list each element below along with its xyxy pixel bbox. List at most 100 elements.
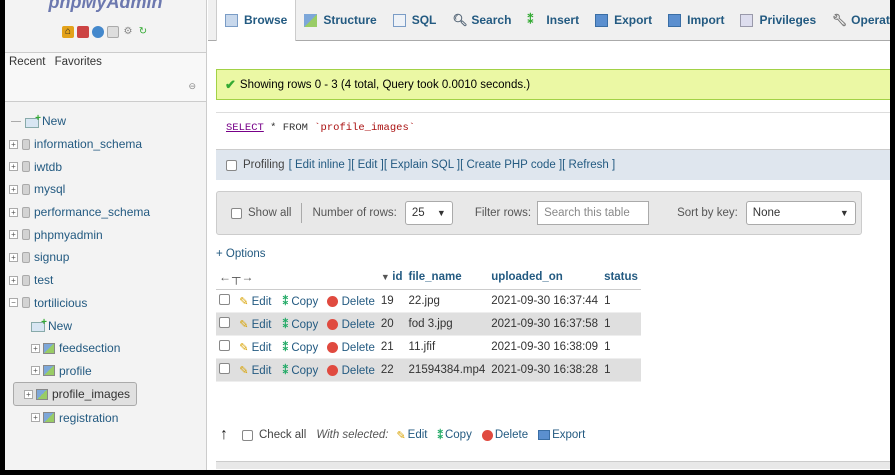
tree-item-signup[interactable]: + signup: [5, 246, 205, 269]
delete-link[interactable]: Delete: [342, 365, 375, 377]
bulk-delete-button[interactable]: Delete: [495, 429, 528, 441]
tree-item-information-schema[interactable]: + information_schema: [5, 133, 205, 156]
gear-icon[interactable]: ⚙: [122, 26, 134, 38]
tab-recent[interactable]: Recent: [9, 56, 45, 68]
tree-item-mysql[interactable]: + mysql: [5, 178, 205, 201]
reload-icon[interactable]: ↻: [137, 26, 149, 38]
check-all-checkbox[interactable]: [242, 429, 253, 441]
expand-icon[interactable]: +: [31, 343, 40, 353]
edit-link[interactable]: [ Edit ]: [351, 159, 384, 171]
tab-operations[interactable]: 🔧︎ Operations: [824, 0, 890, 41]
tree-item-label[interactable]: iwtdb: [34, 160, 62, 174]
cell-file-name[interactable]: 11.jfif: [405, 335, 489, 359]
edit-link[interactable]: Edit: [252, 296, 272, 308]
row-checkbox[interactable]: [219, 362, 230, 374]
tree-item-phpmyadmin[interactable]: + phpmyadmin: [5, 223, 205, 246]
expand-icon[interactable]: +: [9, 275, 18, 285]
tab-browse[interactable]: Browse: [216, 0, 297, 41]
cell-file-name[interactable]: 21594384.mp4: [405, 358, 489, 382]
cell-file-name[interactable]: fod 3.jpg: [405, 312, 489, 336]
explain-sql-link[interactable]: [ Explain SQL ]: [384, 159, 460, 171]
cell-id[interactable]: 19: [377, 289, 406, 313]
show-all-checkbox[interactable]: [231, 207, 242, 219]
expand-icon[interactable]: +: [9, 252, 18, 262]
filter-rows-input[interactable]: Search this table: [537, 201, 650, 225]
tree-item-label[interactable]: test: [34, 273, 53, 287]
tree-item-label[interactable]: New: [42, 114, 66, 128]
tree-item-label[interactable]: feedsection: [59, 341, 120, 355]
number-of-rows-select[interactable]: 25 ▼: [404, 201, 453, 225]
logo[interactable]: phpMyAdmin: [31, 0, 181, 11]
tab-import[interactable]: Import: [660, 0, 732, 41]
cell-uploaded-on[interactable]: 2021-09-30 16:37:58: [488, 312, 602, 336]
link-icon[interactable]: ⊖: [188, 81, 196, 92]
tab-search[interactable]: 🔍︎ Search: [444, 0, 519, 41]
tree-item-tortilicious[interactable]: − tortilicious: [5, 292, 205, 315]
expand-icon[interactable]: +: [9, 207, 18, 217]
refresh-link[interactable]: [ Refresh ]: [562, 159, 615, 171]
tab-structure[interactable]: Structure: [296, 0, 384, 41]
expand-icon[interactable]: +: [9, 230, 18, 240]
edit-link[interactable]: Edit: [252, 342, 272, 354]
expand-icon[interactable]: +: [31, 366, 40, 376]
check-all-label[interactable]: Check all: [259, 429, 306, 441]
tree-item-label[interactable]: New: [48, 319, 72, 333]
sql-keyword[interactable]: SELECT: [226, 122, 264, 134]
cell-uploaded-on[interactable]: 2021-09-30 16:38:28: [488, 358, 602, 382]
expand-icon[interactable]: +: [9, 184, 18, 194]
cell-status[interactable]: 1: [601, 335, 641, 359]
tree-item-label[interactable]: registration: [59, 411, 118, 425]
sort-by-key-select[interactable]: None ▼: [745, 201, 856, 225]
edit-link[interactable]: Edit: [252, 319, 272, 331]
tree-item-label[interactable]: profile_images: [52, 387, 130, 401]
column-arrows[interactable]: ←┬→: [216, 266, 378, 290]
tree-item-label[interactable]: signup: [34, 250, 69, 264]
cell-status[interactable]: 1: [601, 312, 641, 336]
cell-uploaded-on[interactable]: 2021-09-30 16:37:44: [488, 289, 602, 313]
edit-inline-link[interactable]: [ Edit inline ]: [289, 159, 352, 171]
tree-item-label[interactable]: tortilicious: [34, 296, 87, 310]
cell-status[interactable]: 1: [601, 358, 641, 382]
tree-item-label[interactable]: performance_schema: [34, 205, 150, 219]
tree-item-label[interactable]: mysql: [34, 182, 65, 196]
bulk-edit-button[interactable]: Edit: [408, 429, 428, 441]
docs-icon[interactable]: [107, 26, 119, 38]
tab-export[interactable]: Export: [587, 0, 660, 41]
row-checkbox[interactable]: [219, 316, 230, 328]
cell-file-name[interactable]: 22.jpg: [405, 289, 489, 313]
tree-item-feedsection[interactable]: + feedsection: [5, 337, 205, 360]
tree-item-profile-images[interactable]: + profile_images: [13, 382, 138, 407]
collapse-icon[interactable]: −: [9, 298, 18, 308]
delete-link[interactable]: Delete: [342, 296, 375, 308]
edit-link[interactable]: Edit: [252, 365, 272, 377]
bulk-export-button[interactable]: Export: [552, 429, 585, 441]
tree-item-label[interactable]: profile: [59, 364, 92, 378]
column-status[interactable]: status: [601, 266, 641, 290]
tab-sql[interactable]: SQL: [385, 0, 445, 41]
profiling-checkbox[interactable]: [226, 159, 237, 171]
help-icon[interactable]: [92, 26, 104, 38]
column-id[interactable]: ▼ id: [377, 266, 406, 290]
delete-link[interactable]: Delete: [342, 342, 375, 354]
cell-id[interactable]: 20: [377, 312, 406, 336]
tree-item-new-table[interactable]: New: [5, 314, 205, 337]
expand-icon[interactable]: +: [9, 139, 18, 149]
tab-favorites[interactable]: Favorites: [55, 56, 102, 68]
row-checkbox[interactable]: [219, 293, 230, 305]
column-uploaded-on[interactable]: uploaded_on: [488, 266, 602, 290]
expand-icon[interactable]: +: [31, 413, 40, 423]
copy-link[interactable]: Copy: [291, 319, 318, 331]
copy-link[interactable]: Copy: [291, 296, 318, 308]
cell-id[interactable]: 22: [377, 358, 406, 382]
tree-item-iwtdb[interactable]: + iwtdb: [5, 155, 205, 178]
create-php-code-link[interactable]: [ Create PHP code ]: [460, 159, 562, 171]
cell-id[interactable]: 21: [377, 335, 406, 359]
cell-uploaded-on[interactable]: 2021-09-30 16:38:09: [488, 335, 602, 359]
home-icon[interactable]: ⌂: [62, 26, 74, 38]
copy-link[interactable]: Copy: [291, 365, 318, 377]
arrows-icon[interactable]: ←┬→: [219, 270, 255, 284]
tree-item-new[interactable]: New: [5, 110, 205, 133]
expand-icon[interactable]: +: [9, 162, 18, 172]
expand-icon[interactable]: +: [24, 389, 33, 399]
column-file-name[interactable]: file_name: [405, 266, 489, 290]
